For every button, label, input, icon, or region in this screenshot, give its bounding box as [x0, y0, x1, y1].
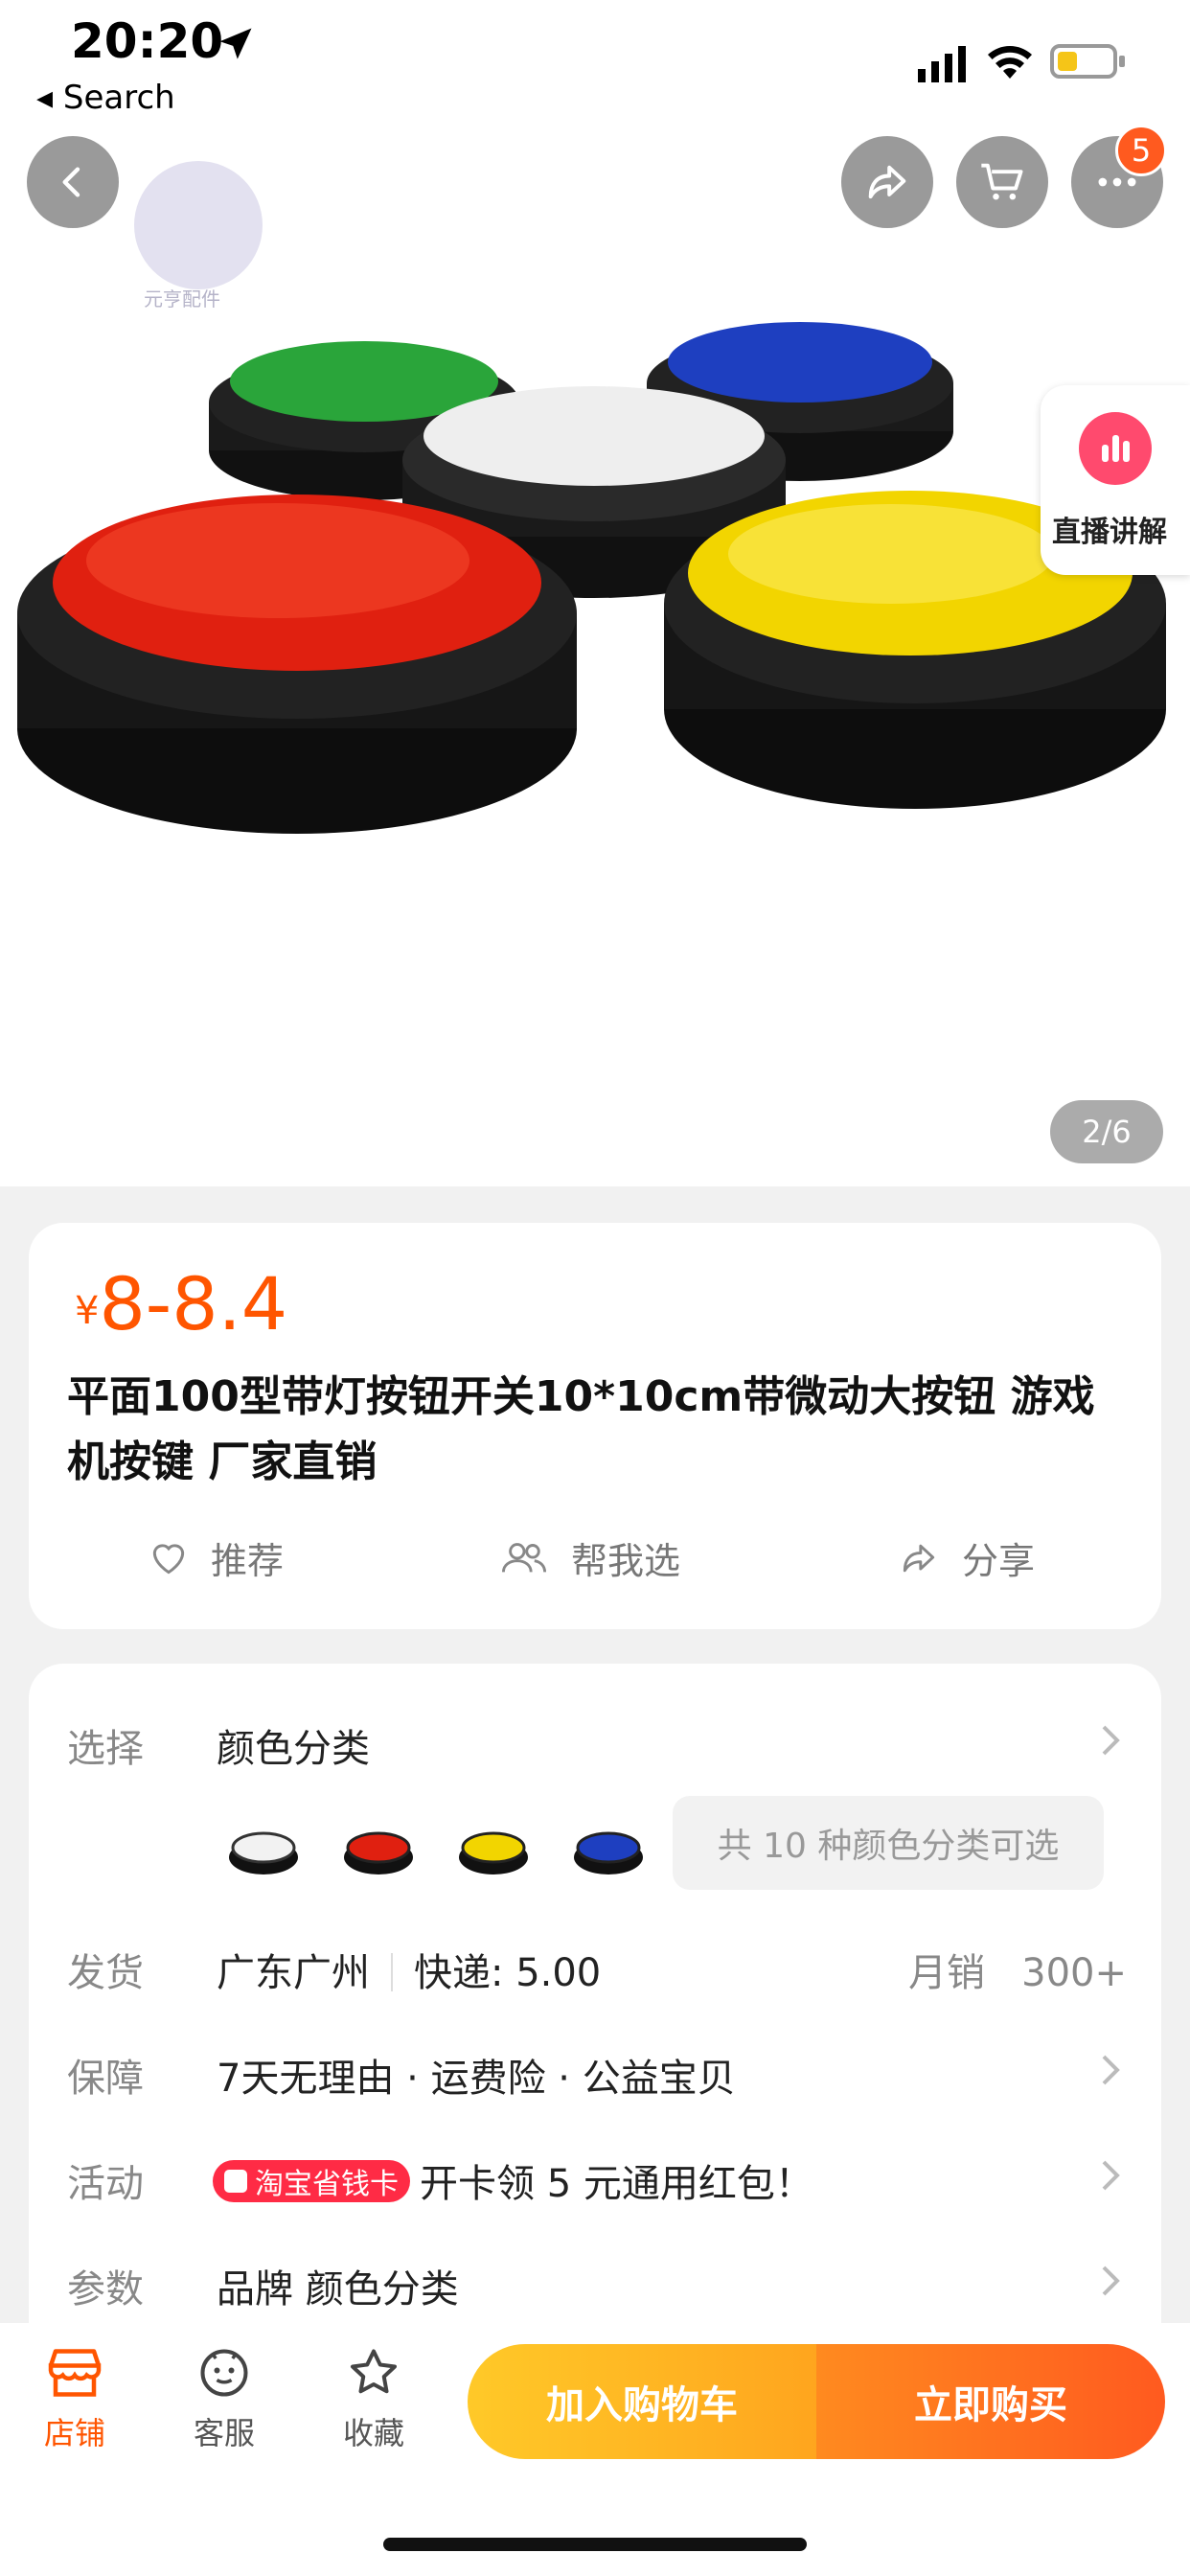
wifi-icon: [988, 46, 1032, 79]
people-icon: [501, 1542, 547, 1573]
activity-row[interactable]: 活动 淘宝省钱卡 开卡领 5 元通用红包！: [29, 2128, 1161, 2223]
chevron-right-icon: [1102, 2160, 1120, 2191]
monthly-sales-label: 月销: [908, 1951, 985, 1995]
share-icon: [903, 1544, 935, 1572]
live-explain-label: 直播讲解: [1052, 516, 1167, 549]
express-fee: 快递: 5.00: [414, 1951, 602, 1995]
price-value: 8-8.4: [99, 1261, 288, 1346]
star-icon: [351, 2349, 397, 2394]
heart-icon: [152, 1543, 185, 1574]
add-to-cart-button[interactable]: 加入购物车: [468, 2344, 816, 2459]
action-row: 推荐 帮我选 分享: [29, 1531, 1161, 1595]
swatch-white[interactable]: [224, 1807, 303, 1886]
activity-value: 淘宝省钱卡 开卡领 5 元通用红包！: [213, 2152, 813, 2208]
customer-service-button[interactable]: 客服: [167, 2344, 282, 2453]
promo-tag-label: 淘宝省钱卡: [255, 2168, 399, 2201]
price-card: ¥8-8.4 平面100型带灯按钮开关10*10cm带微动大按钮 游戏机按键 厂…: [29, 1223, 1161, 1629]
select-label: 选择: [67, 1727, 144, 1771]
clock: 20:20: [71, 13, 224, 69]
recommend-label: 推荐: [211, 1540, 285, 1582]
help-me-choose-label: 帮我选: [571, 1540, 681, 1582]
params-row[interactable]: 参数 品牌 颜色分类: [29, 2233, 1161, 2329]
swatch-blue[interactable]: [569, 1807, 648, 1886]
location-arrow-icon: [219, 28, 252, 59]
params-value: 品牌 颜色分类: [217, 2267, 459, 2312]
price: ¥8-8.4: [75, 1261, 287, 1346]
service-icon: [200, 2349, 248, 2397]
customer-service-label: 客服: [193, 2415, 255, 2451]
watermark-logo: [134, 161, 263, 289]
store-label: 店铺: [43, 2415, 105, 2451]
share-button[interactable]: [841, 136, 933, 228]
select-row[interactable]: 选择 颜色分类 共 10 种颜色分类可选: [29, 1664, 1161, 1913]
share-label: 分享: [962, 1540, 1036, 1582]
gallery-pager: 2/6: [1050, 1100, 1163, 1163]
back-button[interactable]: [27, 136, 119, 228]
back-icon: [62, 167, 80, 197]
watermark-text: 元亨配件: [144, 288, 220, 310]
recommend-button[interactable]: 推荐: [148, 1531, 284, 1584]
shipping-info: 广东广州 快递: 5.00: [217, 1942, 601, 1997]
signal-icon: [918, 46, 966, 82]
store-button[interactable]: 店铺: [17, 2344, 132, 2453]
favorite-label: 收藏: [342, 2415, 404, 2451]
live-explain-button[interactable]: 直播讲解: [1041, 385, 1190, 575]
status-bar: 20:20 ◂ Search: [0, 0, 1190, 125]
guarantee-value: 7天无理由 · 运费险 · 公益宝贝: [217, 2057, 736, 2101]
shipping-origin: 广东广州: [217, 1951, 370, 1995]
live-chart-icon: [1079, 412, 1152, 485]
monthly-sales-value: 300+: [1021, 1951, 1128, 1995]
home-indicator[interactable]: [383, 2538, 807, 2551]
product-title: 平面100型带灯按钮开关10*10cm带微动大按钮 游戏机按键 厂家直销: [67, 1372, 1095, 1486]
store-icon: [48, 2349, 102, 2397]
divider: [391, 1953, 393, 1991]
chevron-right-icon: [1102, 2266, 1120, 2296]
battery-icon: [1050, 44, 1125, 79]
shipping-label: 发货: [67, 1951, 144, 1995]
favorite-button[interactable]: 收藏: [316, 2344, 431, 2453]
activity-text: 开卡领 5 元通用红包！: [420, 2162, 813, 2206]
more-colors-button[interactable]: 共 10 种颜色分类可选: [673, 1796, 1104, 1890]
spec-card: 选择 颜色分类 共 10 种颜色分类可选 发货 广东广州 快递: 5.00 月销 …: [29, 1664, 1161, 2334]
buy-now-button[interactable]: 立即购买: [816, 2344, 1165, 2459]
chevron-right-icon: [1102, 2055, 1120, 2085]
params-label: 参数: [67, 2267, 144, 2312]
guarantee-label: 保障: [67, 2057, 144, 2101]
currency-symbol: ¥: [75, 1289, 100, 1333]
shipping-row: 发货 广东广州 快递: 5.00 月销 300+: [29, 1915, 1161, 2011]
activity-label: 活动: [67, 2162, 144, 2206]
help-me-choose-button[interactable]: 帮我选: [498, 1531, 680, 1584]
promo-tag: 淘宝省钱卡: [213, 2160, 410, 2202]
cart-badge: 5: [1115, 125, 1167, 176]
cart-icon: [981, 163, 1023, 200]
select-value: 颜色分类: [217, 1727, 370, 1771]
swatch-red[interactable]: [339, 1807, 418, 1886]
guarantee-row[interactable]: 保障 7天无理由 · 运费险 · 公益宝贝: [29, 2022, 1161, 2118]
share-icon: [868, 165, 906, 199]
swatch-yellow[interactable]: [454, 1807, 533, 1886]
gift-icon: [224, 2170, 247, 2193]
back-to-search[interactable]: ◂ Search: [36, 79, 175, 117]
share-product-button[interactable]: 分享: [897, 1531, 1035, 1584]
cart-button[interactable]: [956, 136, 1048, 228]
monthly-sales: 月销 300+: [908, 1942, 1127, 1997]
chevron-right-icon: [1102, 1725, 1120, 1756]
